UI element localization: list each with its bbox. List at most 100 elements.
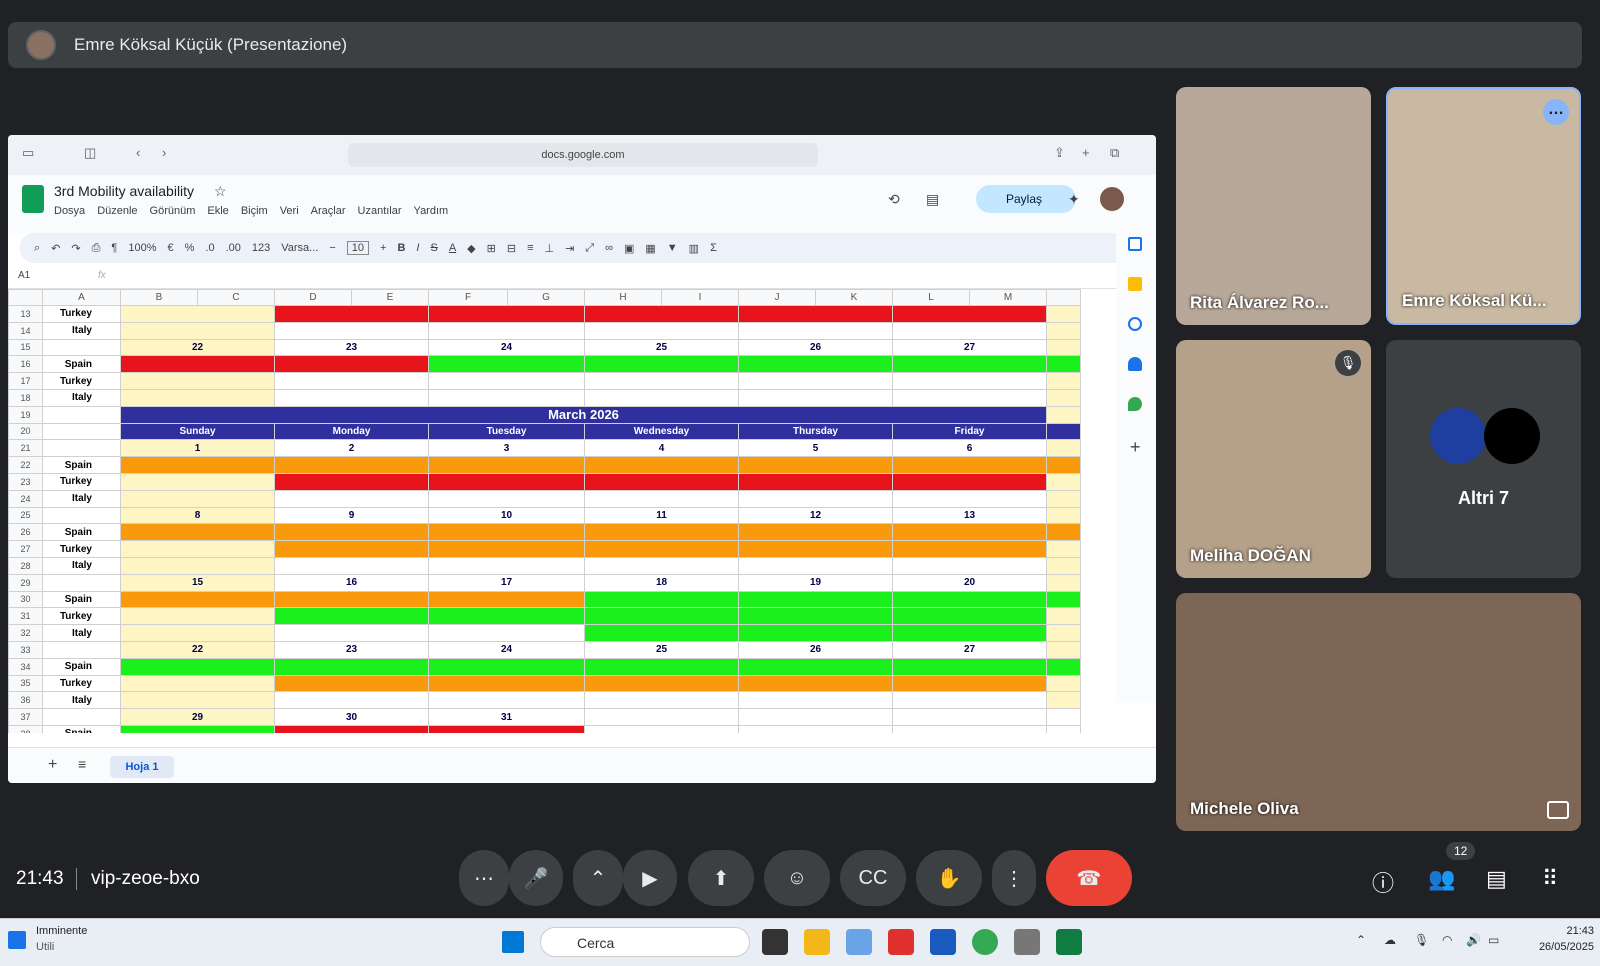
- grid-cell[interactable]: [1046, 674, 1081, 693]
- wrap-icon[interactable]: ⇥: [565, 242, 574, 255]
- people-icon[interactable]: 👥: [1428, 866, 1455, 892]
- day-cell[interactable]: [120, 523, 275, 542]
- wifi-icon[interactable]: ◠: [1442, 933, 1452, 947]
- day-cell[interactable]: [274, 556, 429, 575]
- day-cell[interactable]: [120, 607, 275, 626]
- country-cell[interactable]: [42, 422, 121, 441]
- day-cell[interactable]: [738, 691, 893, 710]
- country-cell[interactable]: [42, 708, 121, 726]
- day-cell[interactable]: [892, 321, 1047, 340]
- day-cell[interactable]: [120, 355, 275, 374]
- row-header[interactable]: 13: [8, 305, 43, 323]
- day-cell[interactable]: [738, 556, 893, 575]
- row-header[interactable]: 34: [8, 657, 43, 676]
- weekday-header[interactable]: Friday: [892, 422, 1047, 441]
- grid-cell[interactable]: [1046, 472, 1081, 491]
- others-tile[interactable]: Altri 7: [1386, 340, 1581, 578]
- day-cell[interactable]: [584, 708, 739, 726]
- day-cell[interactable]: [584, 674, 739, 693]
- excel-icon[interactable]: [1056, 929, 1082, 955]
- battery-icon[interactable]: ▭: [1488, 933, 1499, 947]
- country-cell[interactable]: Italy: [42, 388, 121, 407]
- sheet-table[interactable]: A B C D E F G H I J K L M 13 Turkey 14 Italy 15 22 23 24 25 26…: [8, 289, 1081, 733]
- decrease-decimal-button[interactable]: .0: [205, 242, 214, 254]
- captions-icon[interactable]: CC: [840, 850, 906, 906]
- day-cell[interactable]: [584, 657, 739, 676]
- day-cell[interactable]: 24: [428, 338, 585, 357]
- grid-cell[interactable]: [1046, 305, 1081, 323]
- day-cell[interactable]: [892, 388, 1047, 407]
- country-cell[interactable]: [42, 405, 121, 424]
- country-cell[interactable]: Spain: [42, 657, 121, 676]
- column-header[interactable]: [1046, 289, 1081, 306]
- day-cell[interactable]: [120, 305, 275, 323]
- day-cell[interactable]: [428, 691, 585, 710]
- country-cell[interactable]: Turkey: [42, 305, 121, 323]
- day-cell[interactable]: 15: [120, 573, 275, 592]
- day-cell[interactable]: 24: [428, 640, 585, 659]
- day-cell[interactable]: 26: [738, 338, 893, 357]
- menu-item[interactable]: Yardım: [414, 205, 449, 217]
- chart-icon[interactable]: ▦: [645, 242, 655, 255]
- grid-cell[interactable]: [1046, 724, 1081, 733]
- day-cell[interactable]: [892, 540, 1047, 558]
- grid-cell[interactable]: [1046, 321, 1081, 340]
- text-color-icon[interactable]: A: [449, 242, 456, 254]
- sidebar-icon[interactable]: ◫: [84, 145, 96, 161]
- day-cell[interactable]: [738, 321, 893, 340]
- country-cell[interactable]: Italy: [42, 556, 121, 575]
- grid-cell[interactable]: [1046, 523, 1081, 542]
- row-header[interactable]: 32: [8, 624, 43, 642]
- history-icon[interactable]: ⟲: [888, 191, 900, 208]
- country-cell[interactable]: Spain: [42, 523, 121, 542]
- menu-item[interactable]: Dosya: [54, 205, 85, 217]
- day-cell[interactable]: [892, 523, 1047, 542]
- row-header[interactable]: 33: [8, 640, 43, 659]
- day-cell[interactable]: 5: [738, 439, 893, 458]
- column-header[interactable]: G: [507, 289, 585, 306]
- day-cell[interactable]: 20: [892, 573, 1047, 592]
- weekday-header[interactable]: Sunday: [120, 422, 275, 441]
- row-header[interactable]: 27: [8, 540, 43, 558]
- day-cell[interactable]: 18: [584, 573, 739, 592]
- country-cell[interactable]: Turkey: [42, 472, 121, 491]
- gemini-icon[interactable]: ✦: [1068, 191, 1080, 208]
- weekday-header[interactable]: Tuesday: [428, 422, 585, 441]
- weather-subtitle[interactable]: Utili: [36, 941, 54, 953]
- taskbar-search[interactable]: Cerca: [540, 927, 750, 957]
- country-cell[interactable]: [42, 439, 121, 458]
- menu-item[interactable]: Araçlar: [311, 205, 346, 217]
- day-cell[interactable]: [428, 556, 585, 575]
- day-cell[interactable]: [892, 708, 1047, 726]
- day-cell[interactable]: [892, 590, 1047, 609]
- day-cell[interactable]: 10: [428, 506, 585, 525]
- weekday-header[interactable]: Monday: [274, 422, 429, 441]
- volume-icon[interactable]: 🔊: [1466, 933, 1481, 947]
- merge-icon[interactable]: ⊟: [507, 242, 516, 255]
- tray-chevron-icon[interactable]: ⌃: [1356, 933, 1366, 947]
- day-cell[interactable]: [738, 624, 893, 642]
- grid-cell[interactable]: [1046, 439, 1081, 458]
- participant-tile[interactable]: Rita Álvarez Ro...: [1176, 87, 1371, 325]
- day-cell[interactable]: 29: [120, 708, 275, 726]
- italic-icon[interactable]: I: [416, 242, 419, 254]
- more-options-icon[interactable]: …: [1543, 99, 1569, 125]
- number-format-button[interactable]: 123: [252, 242, 270, 254]
- camera-options-chevron-icon[interactable]: ⌃: [573, 850, 623, 906]
- day-cell[interactable]: [274, 372, 429, 390]
- back-icon[interactable]: ‹: [136, 145, 140, 160]
- anydesk-icon[interactable]: [888, 929, 914, 955]
- sheet-tab[interactable]: Hoja 1: [110, 756, 174, 778]
- day-cell[interactable]: 23: [274, 640, 429, 659]
- grid-cell[interactable]: [1046, 388, 1081, 407]
- day-cell[interactable]: [274, 657, 429, 676]
- day-cell[interactable]: 22: [120, 338, 275, 357]
- contacts-icon[interactable]: [1128, 357, 1142, 371]
- grid-cell[interactable]: [1046, 422, 1081, 441]
- day-cell[interactable]: [120, 472, 275, 491]
- row-header[interactable]: 38: [8, 724, 43, 733]
- row-header[interactable]: 21: [8, 439, 43, 458]
- day-cell[interactable]: [120, 674, 275, 693]
- country-cell[interactable]: Turkey: [42, 607, 121, 626]
- filter-views-icon[interactable]: ▥: [689, 242, 699, 255]
